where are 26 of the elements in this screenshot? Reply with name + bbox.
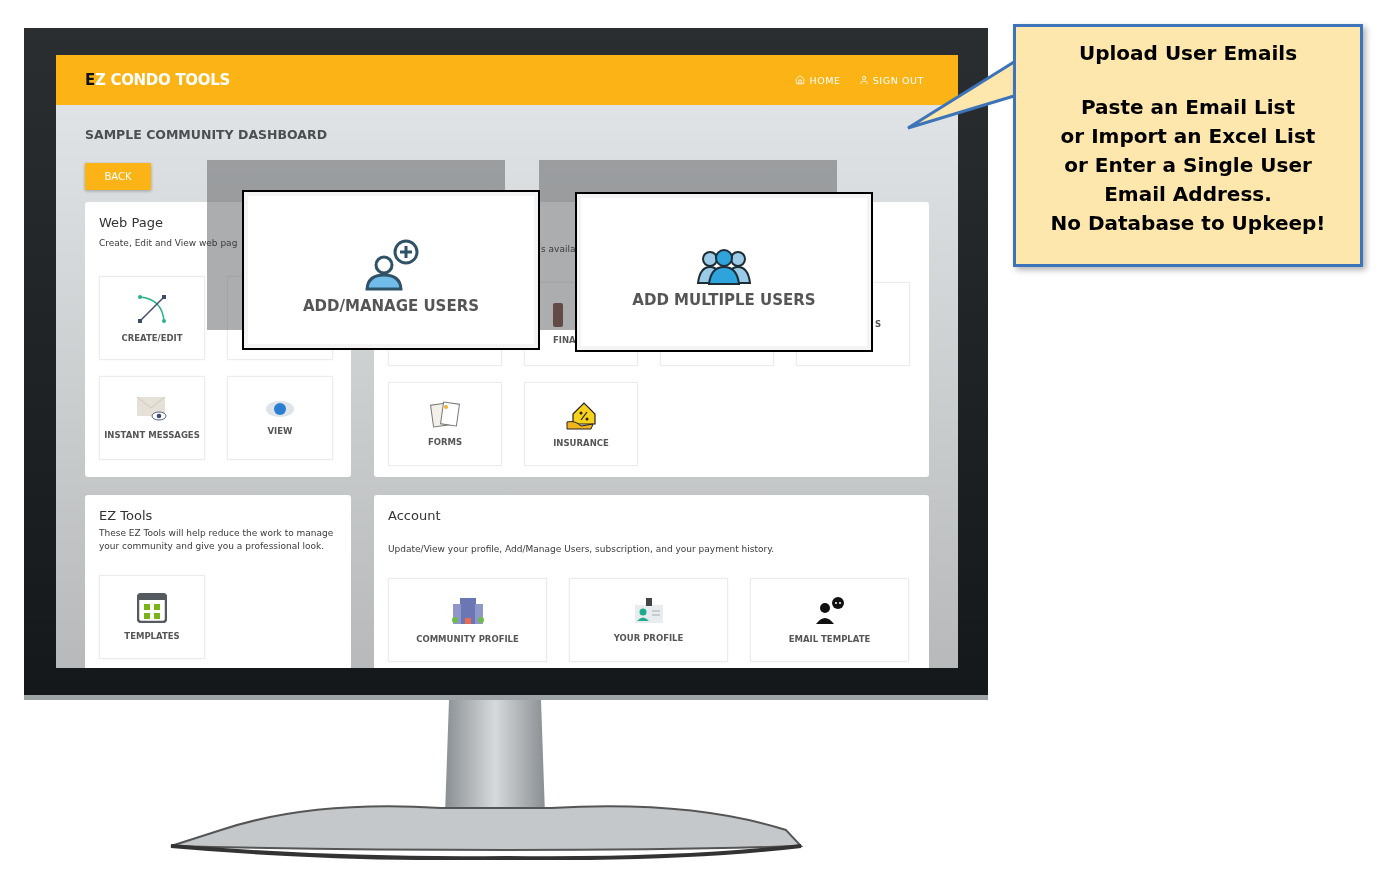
tile-label: INSURANCE bbox=[553, 438, 609, 448]
card-description: These EZ Tools will help reduce the work to manage your community and give you a professional look. bbox=[99, 527, 335, 553]
card-title: EZ Tools bbox=[99, 508, 154, 523]
callout-text: or Enter a Single User bbox=[1064, 152, 1312, 179]
tile-label: COMMUNITY PROFILE bbox=[416, 634, 519, 644]
tile-label: FORMS bbox=[427, 437, 463, 447]
callout-text: Email Address. bbox=[1104, 181, 1272, 208]
callout-text: Paste an Email List bbox=[1080, 94, 1295, 121]
feature-label: ADD MULTIPLE USERS bbox=[632, 291, 816, 309]
tile-label: VIEW bbox=[267, 426, 293, 436]
tile-label: FINA bbox=[553, 335, 576, 345]
card-title: Web Page bbox=[99, 215, 164, 230]
page-title: SAMPLE COMMUNITY DASHBOARD bbox=[85, 127, 328, 142]
callout-text: No Database to Upkeep! bbox=[1050, 210, 1326, 237]
card-title: Account bbox=[388, 508, 442, 523]
tile-label: INSTANT MESSAGES bbox=[104, 430, 200, 440]
tile-label: YOUR PROFILE bbox=[613, 633, 684, 643]
card-description: s availa bbox=[540, 243, 577, 256]
tile-label: CREATE/EDIT bbox=[121, 333, 183, 343]
tile-label: S bbox=[874, 319, 881, 329]
tile-label: EMAIL TEMPLATE bbox=[788, 634, 871, 644]
card-description: Update/View your profile, Add/Manage Users, subscription, and your payment history. bbox=[388, 543, 776, 556]
feature-label: ADD/MANAGE USERS bbox=[302, 297, 480, 315]
callout-text: or Import an Excel List bbox=[1060, 123, 1316, 150]
tile-label: TEMPLATES bbox=[124, 631, 180, 641]
callout-title: Upload User Emails bbox=[1078, 41, 1298, 65]
